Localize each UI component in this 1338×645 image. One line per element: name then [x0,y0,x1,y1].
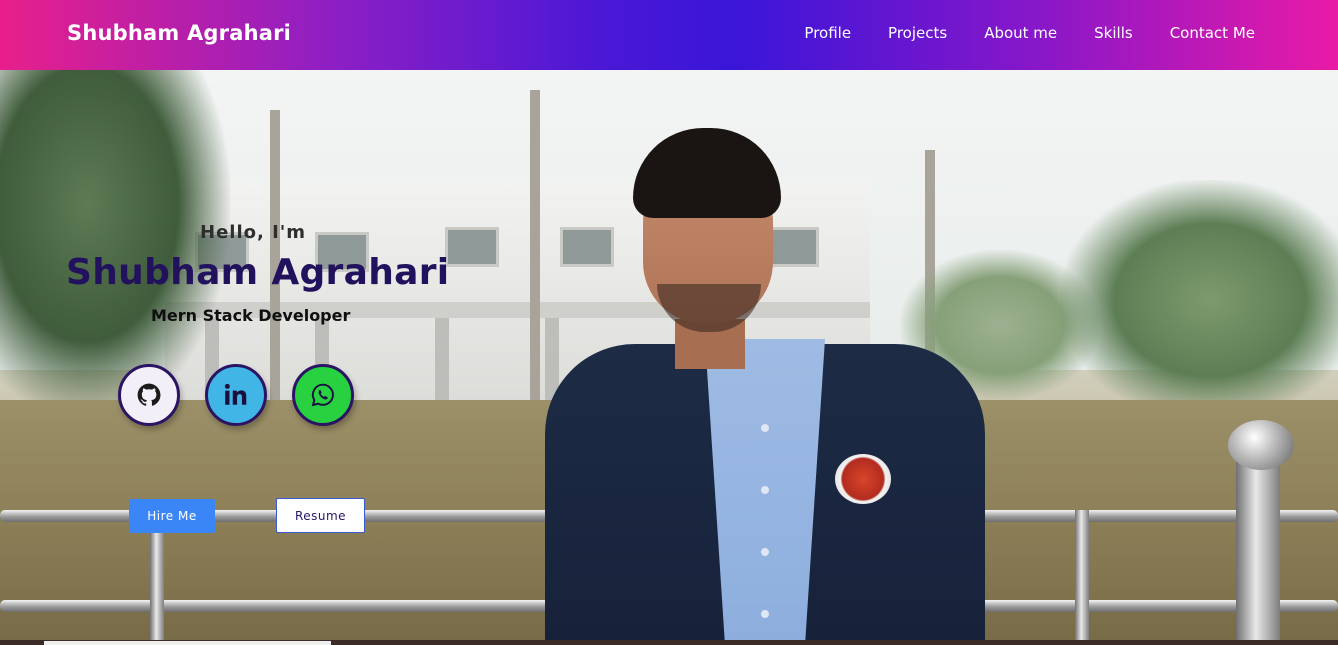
scroll-indicator [44,641,331,645]
navbar: Shubham Agrahari Profile Projects About … [0,0,1338,70]
whatsapp-link[interactable] [292,364,354,426]
hero-name: Shubham Agrahari [66,252,450,293]
github-link[interactable] [118,364,180,426]
github-icon [137,383,161,406]
brand-logo[interactable]: Shubham Agrahari [67,21,291,45]
hire-me-button[interactable]: Hire Me [129,499,215,533]
nav-link-skills[interactable]: Skills [1094,24,1133,42]
hero-section: Hello, I'm Shubham Agrahari Mern Stack D… [0,70,1338,645]
background-tree [1060,180,1338,420]
linkedin-link[interactable] [205,364,267,426]
profile-photo [545,124,985,645]
linkedin-icon [224,383,247,405]
hero-greeting: Hello, I'm [200,222,307,243]
nav-link-profile[interactable]: Profile [804,24,851,42]
nav-links: Profile Projects About me Skills Contact… [804,24,1255,42]
hero-role: Mern Stack Developer [151,306,351,325]
nav-link-projects[interactable]: Projects [888,24,947,42]
blazer-badge [835,454,891,504]
background-tree [0,70,230,420]
resume-button[interactable]: Resume [276,498,365,533]
whatsapp-icon [311,383,334,407]
nav-link-about[interactable]: About me [984,24,1057,42]
nav-link-contact[interactable]: Contact Me [1170,24,1255,42]
